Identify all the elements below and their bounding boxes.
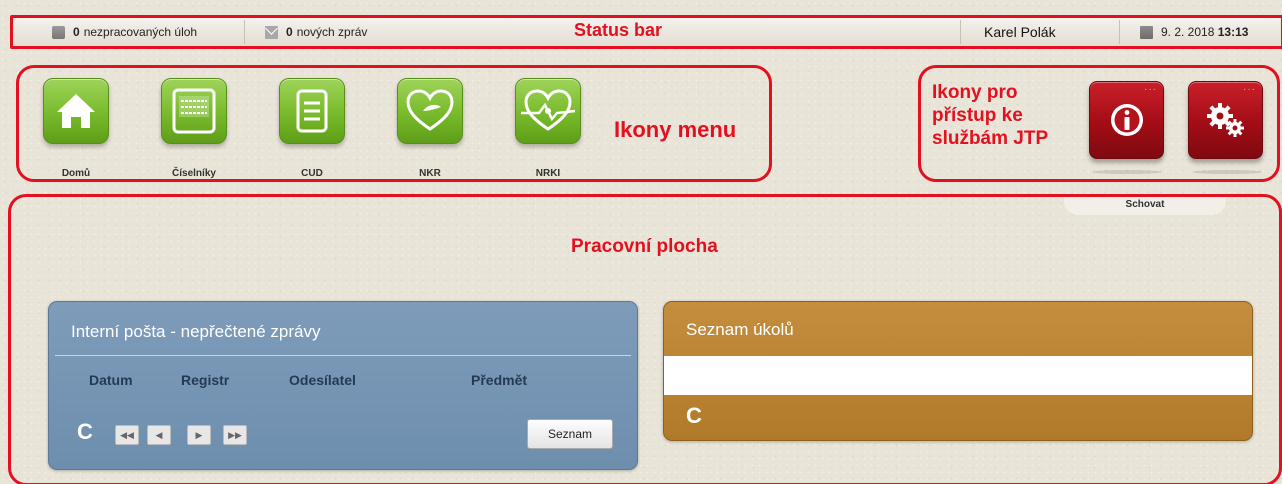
tasks-panel-title: Seznam úkolů — [686, 320, 794, 339]
status-bar-annotation: Status bar — [574, 20, 663, 40]
column-header-subject[interactable]: Předmět — [471, 372, 527, 388]
refresh-icon[interactable]: C — [686, 403, 702, 429]
hide-button[interactable]: Schovat — [1064, 197, 1226, 215]
mail-panel: Interní pošta - nepřečtené zprávy Datum … — [48, 301, 638, 470]
first-page-button[interactable]: ◀◀ — [115, 425, 139, 445]
list-button[interactable]: Seznam — [527, 419, 613, 449]
menu-icons-annotation: Ikony menu — [614, 117, 737, 142]
prev-page-button[interactable]: ◀ — [147, 425, 171, 445]
jtp-annotation: Ikony pro přístup ke službám JTP — [932, 81, 1048, 150]
column-header-date[interactable]: Datum — [89, 372, 133, 388]
jtp-annotation-line1: Ikony pro — [932, 82, 1018, 103]
mail-panel-title: Interní pošta - nepřečtené zprávy — [71, 322, 321, 341]
column-header-sender[interactable]: Odesílatel — [289, 372, 356, 388]
next-page-button[interactable]: ▶ — [187, 425, 211, 445]
last-page-button[interactable]: ▶▶ — [223, 425, 247, 445]
tasks-panel: Seznam úkolů C — [663, 301, 1253, 441]
column-header-registry[interactable]: Registr — [181, 372, 229, 388]
workspace-annotation: Pracovní plocha — [571, 236, 718, 257]
jtp-annotation-line2: přístup ke — [932, 105, 1023, 126]
tasks-list — [664, 356, 1252, 395]
jtp-annotation-line3: službám JTP — [932, 128, 1049, 149]
divider — [55, 355, 631, 356]
refresh-icon[interactable]: C — [77, 419, 93, 445]
